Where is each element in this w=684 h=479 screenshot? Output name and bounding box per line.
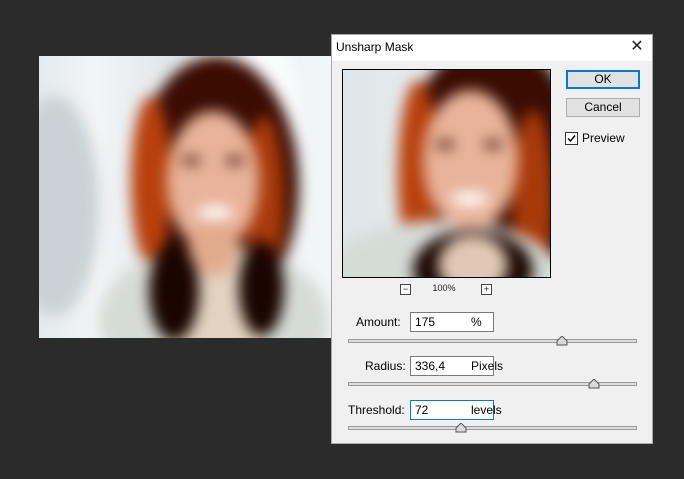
amount-slider-track[interactable] xyxy=(348,339,637,343)
threshold-unit: levels xyxy=(471,403,502,417)
radius-label: Radius: xyxy=(365,359,406,373)
zoom-controls: − 100% + xyxy=(400,283,495,296)
ok-button[interactable]: OK xyxy=(566,70,640,89)
threshold-slider-track[interactable] xyxy=(348,426,637,430)
dialog-titlebar[interactable]: Unsharp Mask ✕ xyxy=(332,35,652,61)
threshold-label: Threshold: xyxy=(348,403,405,417)
portrait-photo xyxy=(39,56,332,338)
amount-unit: % xyxy=(471,315,482,329)
preview-photo xyxy=(343,70,550,277)
dialog-title: Unsharp Mask xyxy=(336,40,414,54)
preview-label: Preview xyxy=(582,131,625,145)
slider-thumb-icon xyxy=(556,336,568,346)
zoom-in-icon[interactable]: + xyxy=(481,284,492,295)
slider-thumb-icon xyxy=(588,379,600,389)
cancel-button[interactable]: Cancel xyxy=(566,98,640,117)
preview-checkbox[interactable] xyxy=(565,132,578,145)
preview-window[interactable] xyxy=(342,69,551,278)
unsharp-mask-dialog: Unsharp Mask ✕ − 100% + OK Cancel Previe… xyxy=(331,34,653,444)
canvas-image xyxy=(39,56,332,338)
zoom-level: 100% xyxy=(432,283,456,293)
slider-thumb-icon xyxy=(455,423,467,433)
close-icon[interactable]: ✕ xyxy=(628,38,646,56)
radius-unit: Pixels xyxy=(471,359,504,373)
checkmark-icon xyxy=(567,135,576,143)
zoom-out-icon[interactable]: − xyxy=(400,284,411,295)
amount-label: Amount: xyxy=(356,315,401,329)
